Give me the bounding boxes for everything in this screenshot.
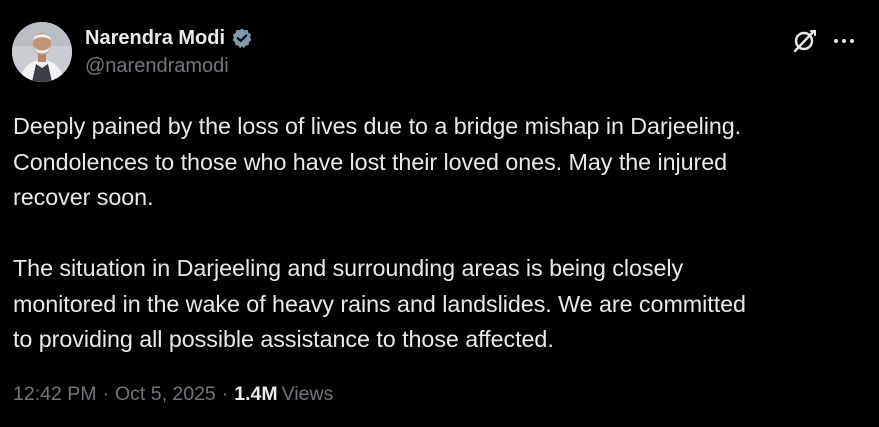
views-count[interactable]: 1.4M [234, 383, 277, 406]
tweet-actions [791, 27, 857, 55]
verified-badge-icon[interactable] [231, 27, 253, 49]
grok-icon[interactable] [791, 27, 819, 55]
display-name-row: Narendra Modi [85, 25, 253, 51]
tweet-time[interactable]: 12:42 PM [13, 383, 96, 406]
author-handle[interactable]: @narendramodi [85, 55, 253, 78]
tweet-text: Deeply pained by the loss of lives due t… [13, 109, 869, 358]
avatar[interactable] [12, 22, 72, 82]
tweet-header: Narendra Modi @narendramodi [12, 22, 867, 84]
tweet-meta: 12:42 PM · Oct 5, 2025 · 1.4M Views [13, 383, 333, 406]
tweet-date[interactable]: Oct 5, 2025 [115, 383, 216, 406]
meta-separator: · [102, 383, 109, 405]
author-names: Narendra Modi @narendramodi [85, 25, 253, 78]
views-label[interactable]: Views [282, 383, 334, 406]
more-options-icon[interactable] [831, 27, 857, 55]
tweet: Narendra Modi @narendramodi Deeply paine… [0, 0, 879, 427]
tweet-paragraph-1: Deeply pained by the loss of lives due t… [13, 113, 742, 210]
tweet-paragraph-2: The situation in Darjeeling and surround… [13, 255, 746, 352]
author-display-name[interactable]: Narendra Modi [85, 27, 225, 50]
meta-separator: · [221, 383, 229, 405]
